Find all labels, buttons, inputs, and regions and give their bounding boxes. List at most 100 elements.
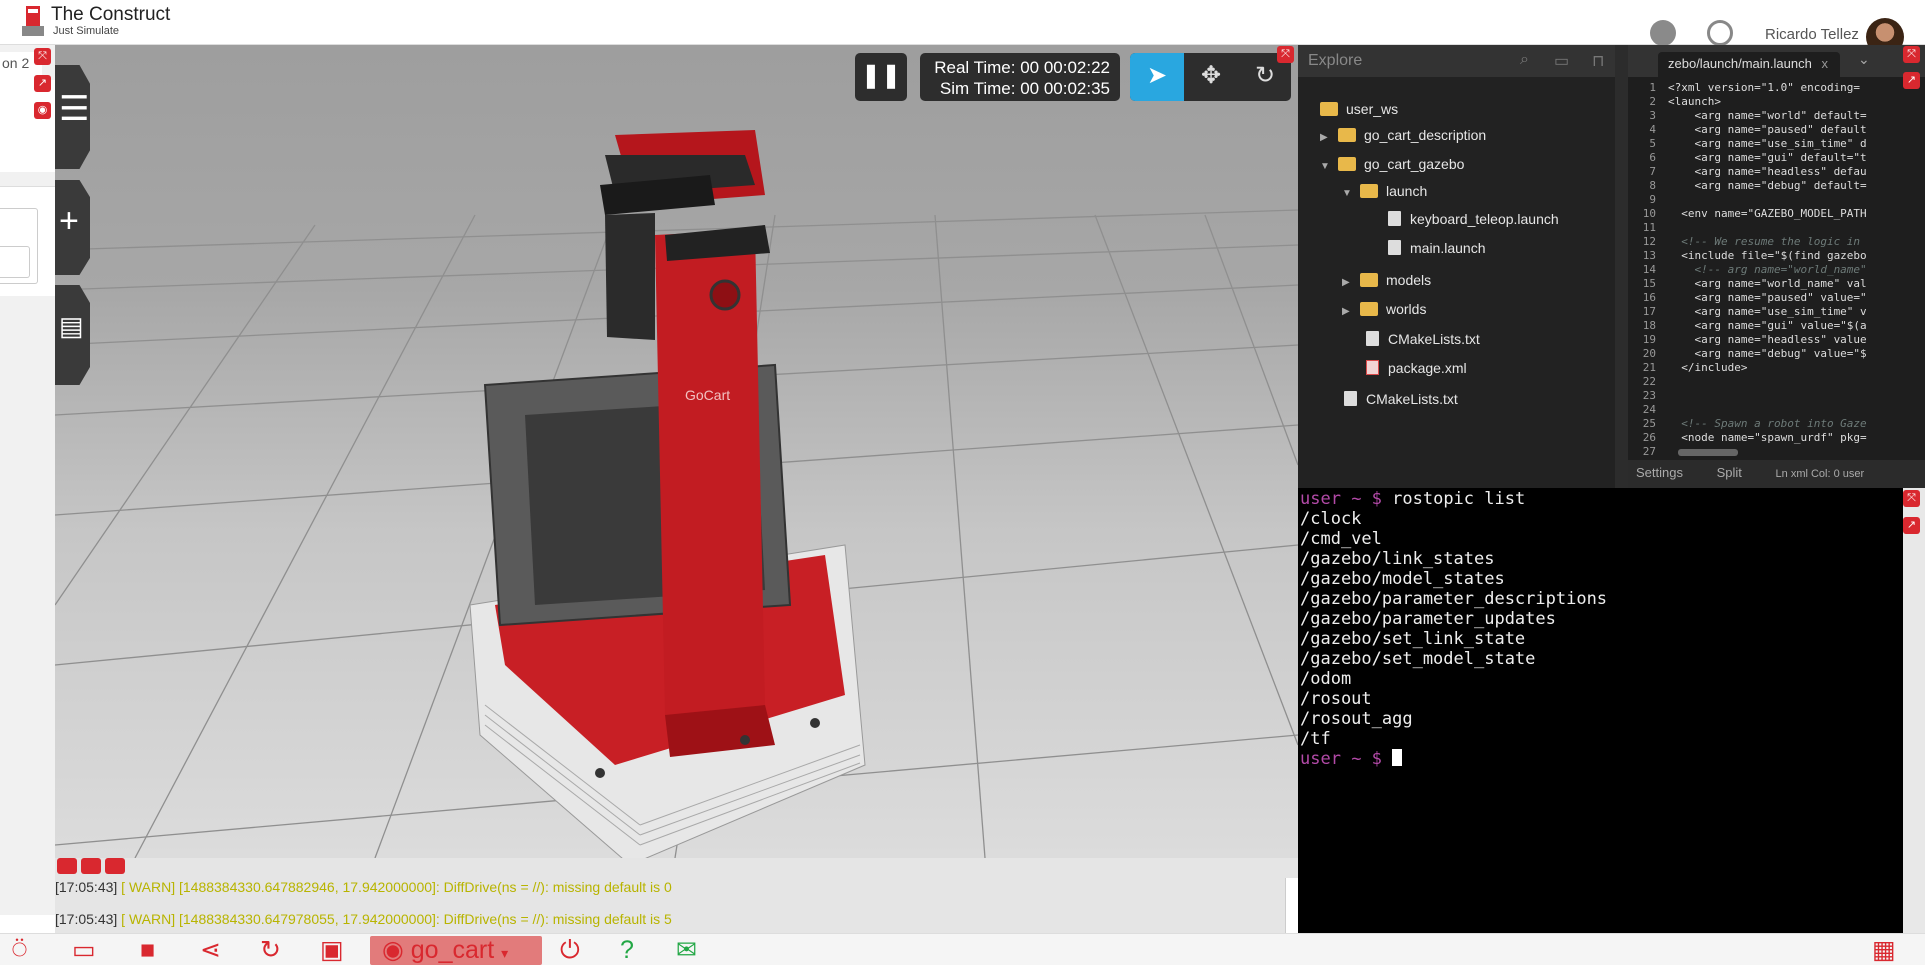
settings-button[interactable]: Settings (1636, 465, 1683, 480)
editor-hscrollbar[interactable] (1678, 449, 1738, 456)
tree-item-user-ws[interactable]: user_ws (1320, 101, 1398, 123)
line-number: 27 (1642, 445, 1656, 458)
cursor-icon: ➤ (1146, 62, 1168, 89)
brand-title[interactable]: The Construct (51, 4, 170, 26)
tree-item-cmakelists[interactable]: CMakeLists.txt (1366, 331, 1480, 353)
line-number: 4 (1649, 123, 1656, 136)
robot-logo-text: GoCart (685, 387, 730, 403)
move-tool-button[interactable]: ✥ (1184, 53, 1238, 101)
tree-item-keyboard-teleop-launch[interactable]: keyboard_teleop.launch (1388, 211, 1559, 233)
code-text: <arg name="use_sim_time" d (1668, 137, 1867, 150)
terminal-output-line: /tf (1300, 729, 1331, 749)
environment-selector[interactable]: ◉ go_cart ▾ (370, 936, 542, 965)
close-icon[interactable]: x (1821, 56, 1828, 71)
reload-icon[interactable]: ↻ (260, 937, 281, 963)
pause-button[interactable]: ❚❚ (855, 53, 907, 101)
code-text: <launch> (1668, 95, 1721, 108)
power-icon[interactable]: ⏻ (560, 937, 580, 963)
editor-tab-main-launch[interactable]: zebo/launch/main.launch x (1658, 52, 1840, 77)
monitor-icon[interactable]: ▭ (72, 937, 96, 963)
code-line: 20 <arg name="debug" value="$ (1628, 347, 1925, 361)
code-line: 19 <arg name="headless" value (1628, 333, 1925, 347)
line-number: 23 (1642, 389, 1656, 402)
chat-icon[interactable]: ✉ (676, 937, 697, 963)
plus-icon[interactable]: + (59, 202, 79, 241)
line-number: 16 (1642, 291, 1656, 304)
left-panel-input[interactable] (0, 246, 30, 278)
editor-popout-icon[interactable]: ↗ (1903, 72, 1920, 89)
file-icon (1344, 391, 1357, 406)
eye-icon[interactable]: ◉ (34, 102, 51, 119)
code-line: 7 <arg name="headless" defau (1628, 165, 1925, 179)
sim-time: Sim Time: 00 00:02:35 (939, 79, 1110, 98)
search-icon[interactable]: ⌕ (1520, 51, 1529, 69)
code-text: <arg name="world_name" val (1668, 277, 1867, 290)
tree-item-package-xml[interactable]: package.xml (1366, 360, 1467, 382)
file-explorer: Explore ⌕ ▭ ⊓ user_ws ▶ go_cart_descripti… (1298, 45, 1615, 488)
stop-icon[interactable] (81, 858, 101, 874)
panel-splitter[interactable] (1615, 45, 1628, 488)
file-icon (1366, 331, 1379, 346)
log-eye-icon[interactable] (105, 858, 125, 874)
view-tools: ➤ ✥ ↻ (1130, 53, 1291, 101)
cursor-position: Ln xml Col: 0 user (1775, 468, 1865, 480)
clock-icon[interactable] (1707, 20, 1733, 46)
tree-item-launch[interactable]: ▼ launch (1342, 183, 1427, 205)
line-number: 11 (1642, 221, 1656, 234)
code-line: 15 <arg name="world_name" val (1628, 277, 1925, 291)
archive-icon[interactable]: ▭ (1554, 51, 1569, 71)
code-text: <!-- Spawn a robot into Gaze (1668, 417, 1867, 430)
share-icon[interactable]: ⋖ (200, 937, 221, 963)
maximize-icon[interactable]: ⤧ (34, 48, 51, 65)
select-tool-button[interactable]: ➤ (1130, 53, 1184, 101)
video-icon[interactable]: ■ (140, 937, 155, 963)
eraser-icon[interactable] (57, 858, 77, 874)
folder-icon (1338, 128, 1356, 142)
gazebo-viewport[interactable]: GoCart ☰ + ▤ ❚❚ Real Time: 00 00:02:22 S… (55, 45, 1298, 858)
tree-item-root-cmakelists[interactable]: CMakeLists.txt (1344, 391, 1458, 413)
code-text: <arg name="debug" value="$ (1668, 347, 1867, 360)
grid-view-icon[interactable]: ▦ (1872, 937, 1896, 963)
user-name[interactable]: Ricardo Tellez (1765, 26, 1859, 43)
tree-item-worlds[interactable]: ▶ worlds (1342, 301, 1426, 323)
terminal-maximize-icon[interactable]: ⤧ (1903, 490, 1920, 507)
sim-maximize-icon[interactable]: ⤧ (1277, 46, 1294, 63)
insert-tab[interactable]: + (55, 180, 90, 275)
layers-tab[interactable]: ▤ (55, 285, 90, 385)
explorer-header: Explore ⌕ ▭ ⊓ (1298, 45, 1615, 77)
move-icon: ✥ (1200, 62, 1222, 89)
layers-icon[interactable]: ▤ (59, 311, 84, 342)
save-icon[interactable]: ▣ (320, 937, 344, 963)
code-text: <?xml version="1.0" encoding= (1668, 81, 1861, 94)
code-line: 5 <arg name="use_sim_time" d (1628, 137, 1925, 151)
code-line: 2 <launch> (1628, 95, 1925, 109)
help-icon[interactable]: ? (620, 937, 634, 963)
code-area[interactable]: 1 <?xml version="1.0" encoding= 2 <launch> 3… (1628, 81, 1925, 459)
log-scrollbar[interactable] (1285, 878, 1298, 933)
code-editor[interactable]: zebo/launch/main.launch x ⌄ 1 <?xml versi… (1628, 45, 1925, 488)
tree-item-models[interactable]: ▶ models (1342, 272, 1431, 294)
terminal-popout-icon[interactable]: ↗ (1903, 517, 1920, 534)
real-time: Real Time: 00 00:02:22 (934, 58, 1110, 77)
split-button[interactable]: Split (1717, 465, 1742, 480)
terminal[interactable]: user ~ $ rostopic list /clock/cmd_vel/ga… (1298, 488, 1903, 933)
tree-item-go-cart-gazebo[interactable]: ▼ go_cart_gazebo (1320, 156, 1464, 178)
tree-item-main-launch[interactable]: main.launch (1388, 240, 1486, 262)
ros-icon[interactable]: ⍥ (12, 937, 27, 963)
popout-icon[interactable]: ↗ (34, 75, 51, 92)
lock-icon[interactable]: ⊓ (1592, 51, 1604, 71)
code-text: <arg name="paused" default (1668, 123, 1867, 136)
editor-maximize-icon[interactable]: ⤧ (1903, 46, 1920, 63)
globe-icon[interactable] (1650, 20, 1676, 46)
tree-item-go-cart-description[interactable]: ▶ go_cart_description (1320, 127, 1486, 149)
editor-tabbar: zebo/launch/main.launch x ⌄ (1628, 45, 1925, 77)
folder-icon (1360, 184, 1378, 198)
menu-tab[interactable]: ☰ (55, 65, 90, 169)
code-line: 4 <arg name="paused" default (1628, 123, 1925, 137)
code-text: </include> (1668, 361, 1748, 374)
chevron-down-icon[interactable]: ⌄ (1858, 51, 1870, 68)
file-icon (1388, 211, 1401, 226)
line-number: 22 (1642, 375, 1656, 388)
hamburger-icon[interactable]: ☰ (59, 89, 89, 129)
terminal-output-line: /gazebo/parameter_updates (1300, 609, 1556, 629)
